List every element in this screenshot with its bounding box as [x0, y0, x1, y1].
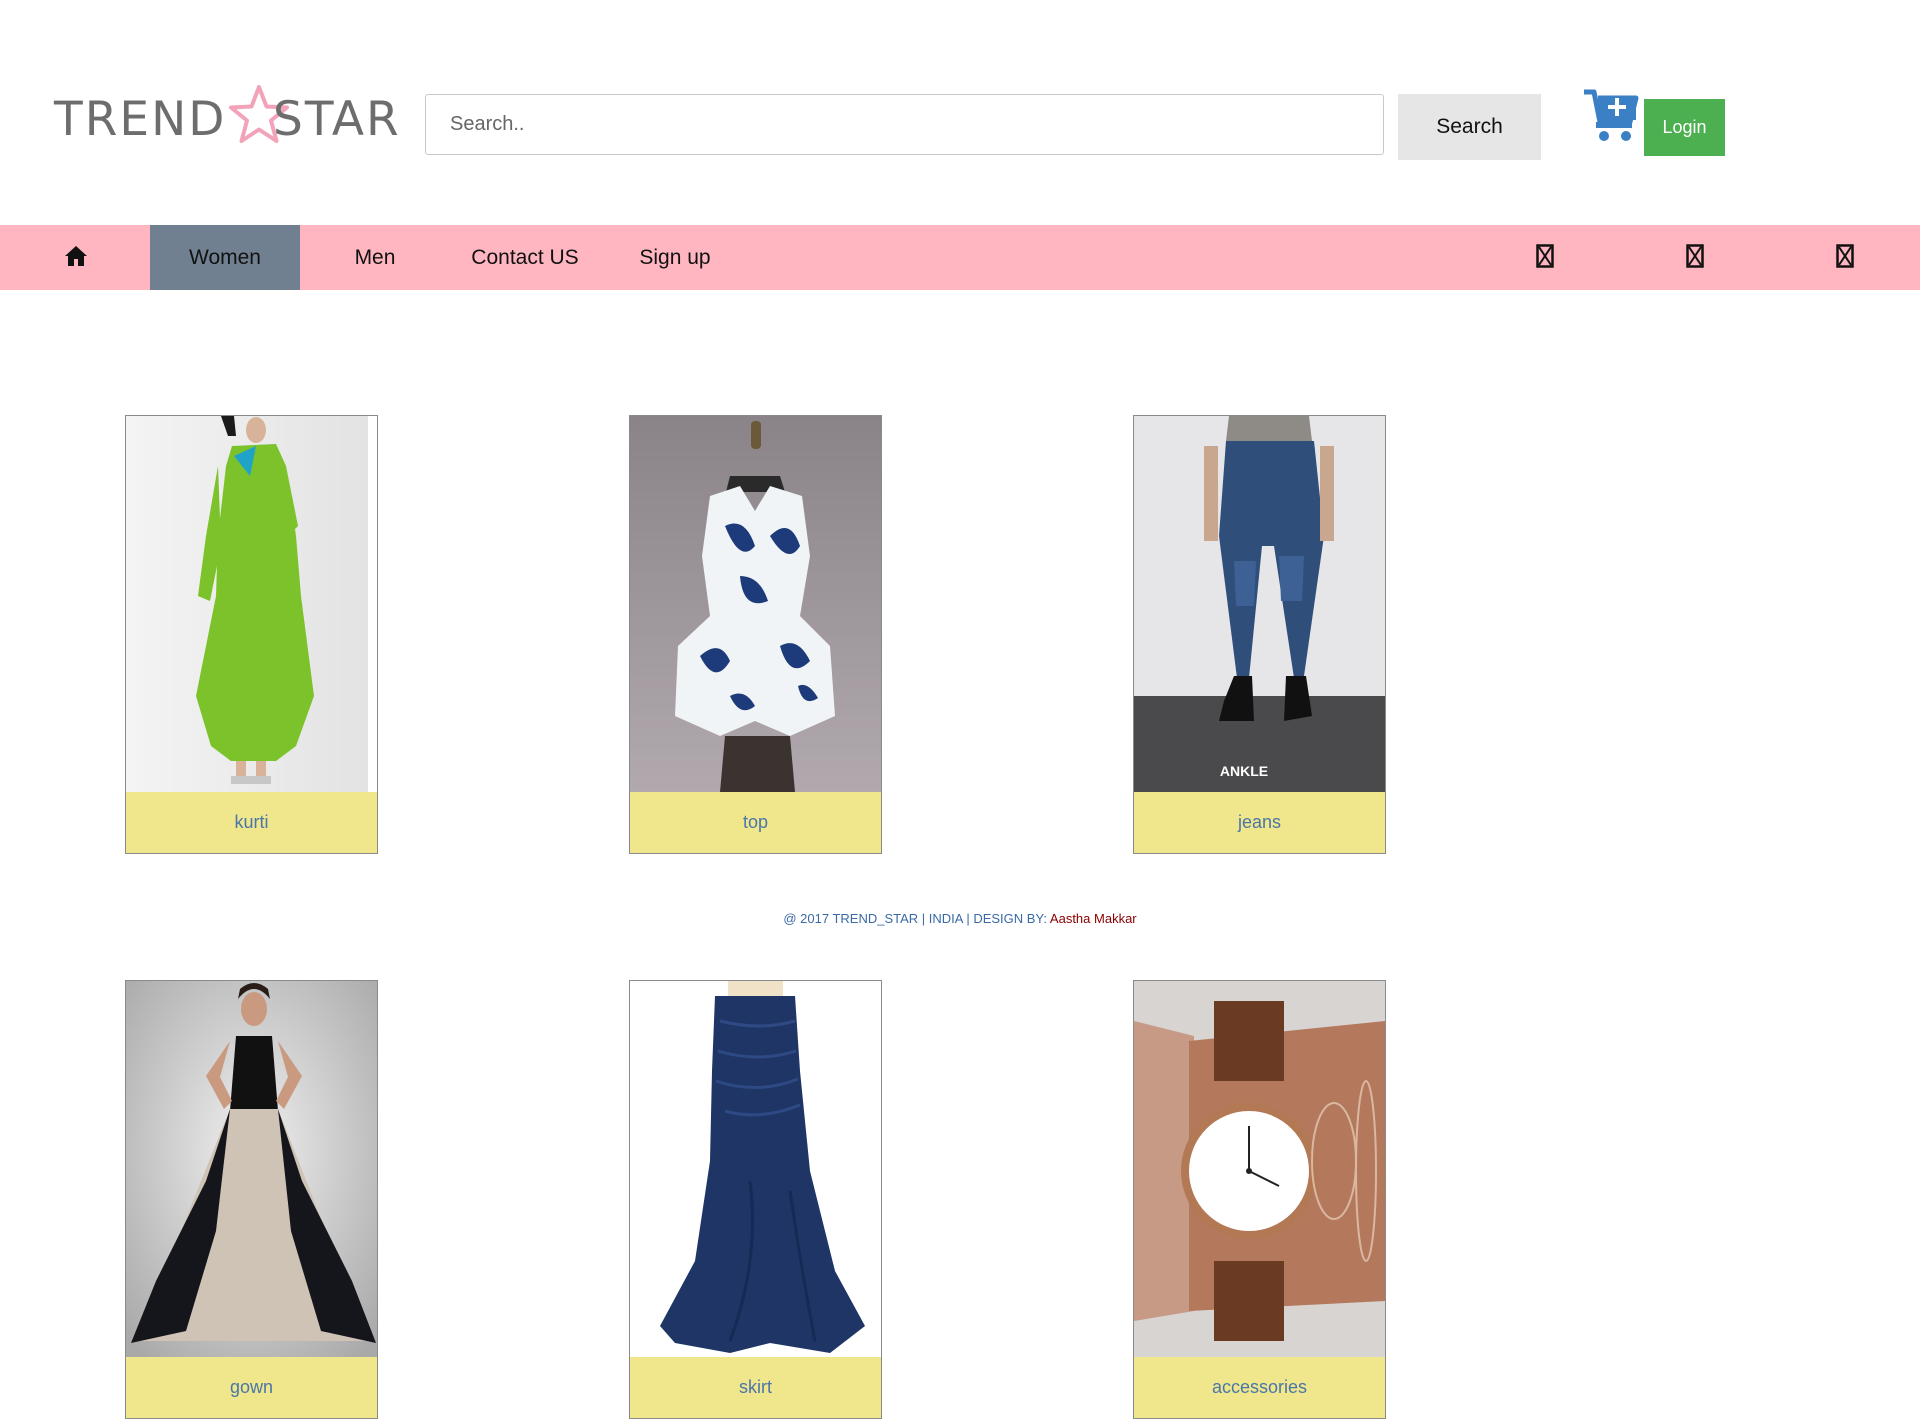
- logo[interactable]: TREND STAR: [54, 84, 404, 148]
- product-card-gown[interactable]: gown: [125, 980, 378, 1419]
- product-card-kurti[interactable]: kurti: [125, 415, 378, 854]
- product-label[interactable]: accessories: [1134, 1357, 1385, 1418]
- jeans-image-overlay-text: ANKLE: [1220, 763, 1268, 779]
- nav-sign-up[interactable]: Sign up: [600, 225, 750, 290]
- product-card-accessories[interactable]: accessories: [1133, 980, 1386, 1419]
- gown-image: [126, 981, 377, 1357]
- login-button[interactable]: Login: [1644, 99, 1725, 156]
- product-card-jeans[interactable]: ANKLE jeans: [1133, 415, 1386, 854]
- jeans-image: ANKLE: [1134, 416, 1385, 792]
- shopping-cart-add-icon: [1584, 89, 1639, 141]
- product-card-top[interactable]: top: [629, 415, 882, 854]
- product-label[interactable]: jeans: [1134, 792, 1385, 853]
- product-label[interactable]: gown: [126, 1357, 377, 1418]
- home-icon: [65, 246, 87, 267]
- product-label[interactable]: top: [630, 792, 881, 853]
- main-nav: Women Men Contact US Sign up: [0, 225, 1920, 290]
- missing-glyph-icon[interactable]: [1836, 244, 1854, 268]
- skirt-image: [630, 981, 881, 1357]
- missing-glyph-icon[interactable]: [1536, 244, 1554, 268]
- accessories-image: [1134, 981, 1385, 1357]
- missing-glyph-icon[interactable]: [1686, 244, 1704, 268]
- product-label[interactable]: skirt: [630, 1357, 881, 1418]
- nav-home[interactable]: [52, 225, 100, 290]
- top-image: [630, 416, 881, 792]
- nav-men[interactable]: Men: [300, 225, 450, 290]
- product-label[interactable]: kurti: [126, 792, 377, 853]
- kurti-image: [126, 416, 377, 792]
- product-card-skirt[interactable]: skirt: [629, 980, 882, 1419]
- logo-text-trend: TREND: [54, 92, 227, 147]
- footer-text: @ 2017 TREND_STAR | INDIA | DESIGN BY:: [783, 911, 1050, 926]
- footer-author: Aastha Makkar: [1049, 911, 1137, 926]
- search-button[interactable]: Search: [1398, 94, 1541, 160]
- footer: @ 2017 TREND_STAR | INDIA | DESIGN BY: A…: [0, 911, 1920, 926]
- nav-women[interactable]: Women: [150, 225, 300, 290]
- nav-contact-us[interactable]: Contact US: [450, 225, 600, 290]
- logo-text-star: STAR: [273, 92, 401, 147]
- cart-button[interactable]: [1582, 86, 1642, 142]
- search-input[interactable]: [425, 94, 1384, 155]
